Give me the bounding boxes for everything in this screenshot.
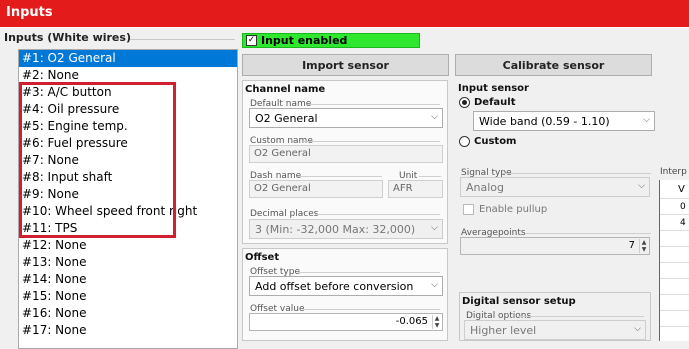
list-item[interactable]: #2: None: [19, 67, 237, 84]
default-radio[interactable]: [459, 97, 470, 108]
interp-table[interactable]: V 0 4: [659, 180, 689, 341]
group-divider: [130, 39, 235, 40]
list-item[interactable]: #11: TPS: [19, 220, 237, 237]
unit-field[interactable]: AFR: [388, 180, 443, 198]
digital-sensor-panel: Digital sensor setup Digital options Hig…: [459, 292, 651, 341]
digital-sensor-title: Digital sensor setup: [462, 296, 576, 307]
averagepoints-value: 7: [628, 240, 635, 251]
decimal-places-label: Decimal places: [250, 209, 319, 219]
input-enabled-checkbox[interactable]: ✓ Input enabled: [242, 33, 420, 48]
field-divider: [518, 316, 644, 317]
import-sensor-button[interactable]: Import sensor: [242, 54, 449, 76]
list-item[interactable]: #5: Engine temp.: [19, 118, 237, 135]
list-item[interactable]: #13: None: [19, 254, 237, 271]
window-title: Inputs: [0, 0, 689, 28]
field-divider: [298, 176, 382, 177]
sensor-select[interactable]: Wide band (0.59 - 1.10) ⌵: [473, 111, 655, 131]
checkmark-icon: ✓: [246, 35, 257, 46]
inputs-group-label: Inputs (White wires): [4, 31, 135, 44]
decimal-places-select[interactable]: 3 (Min: -32,000 Max: 32,000) ⌵: [249, 219, 443, 239]
digital-options-select[interactable]: Higher level ⌵: [464, 320, 646, 340]
signal-type-select[interactable]: Analog ⌵: [460, 177, 650, 197]
field-divider: [419, 176, 441, 177]
list-item[interactable]: #3: A/C button: [19, 84, 237, 101]
spinner-arrows-icon[interactable]: ▲ ▼: [432, 315, 441, 329]
list-item[interactable]: #14: None: [19, 271, 237, 288]
field-divider: [503, 173, 651, 174]
averagepoints-stepper[interactable]: 7 ▲ ▼: [460, 237, 650, 255]
list-item[interactable]: #6: Fuel pressure: [19, 135, 237, 152]
chevron-down-icon: ⌵: [643, 115, 650, 125]
channel-name-panel: Channel name Default name O2 General ⌵ C…: [242, 80, 448, 244]
list-item[interactable]: #9: None: [19, 186, 237, 203]
chevron-down-icon: ⌵: [431, 280, 438, 290]
chevron-down-icon: ⌵: [634, 324, 641, 334]
custom-radio-label: Custom: [474, 136, 517, 147]
input-enabled-label: Input enabled: [261, 34, 348, 47]
default-name-value: O2 General: [255, 112, 318, 125]
chevron-down-icon: ⌵: [638, 181, 645, 191]
list-item[interactable]: #15: None: [19, 288, 237, 305]
inputs-list[interactable]: #1: O2 General #2: None #3: A/C button #4: …: [18, 49, 238, 349]
chevron-down-icon: ⌵: [431, 223, 438, 233]
list-item[interactable]: #7: None: [19, 152, 237, 169]
offset-title: Offset: [245, 252, 280, 263]
grid-cell: 0: [680, 202, 686, 212]
list-item[interactable]: #16: None: [19, 305, 237, 322]
spinner-arrows-icon[interactable]: ▲ ▼: [639, 239, 648, 253]
list-item[interactable]: #4: Oil pressure: [19, 101, 237, 118]
list-item[interactable]: #8: Input shaft: [19, 169, 237, 186]
default-radio-label: Default: [474, 97, 516, 108]
default-name-select[interactable]: O2 General ⌵: [249, 108, 443, 128]
list-item[interactable]: #10: Wheel speed front right: [19, 203, 237, 220]
custom-name-field[interactable]: O2 General: [249, 145, 443, 163]
list-item[interactable]: #1: O2 General: [19, 50, 237, 67]
offset-value-stepper[interactable]: -0.065 ▲ ▼: [249, 313, 443, 331]
sensor-select-value: Wide band (0.59 - 1.10): [479, 115, 610, 128]
dash-name-field[interactable]: O2 General: [249, 180, 383, 198]
enable-pullup-checkbox[interactable]: [463, 204, 474, 215]
list-item[interactable]: #17: None: [19, 322, 237, 339]
field-divider: [303, 141, 440, 142]
digital-options-value: Higher level: [470, 324, 537, 337]
offset-value: -0.065: [395, 316, 428, 327]
channel-name-title: Channel name: [245, 84, 326, 95]
interp-label: Interp: [660, 167, 687, 177]
grid-cell: V: [678, 184, 685, 195]
field-divider: [303, 309, 440, 310]
calibrate-sensor-button[interactable]: Calibrate sensor: [455, 54, 652, 76]
chevron-down-icon: ⌵: [431, 112, 438, 122]
offset-type-value: Add offset before conversion: [255, 280, 414, 293]
offset-panel: Offset Offset type Add offset before con…: [242, 248, 448, 341]
custom-radio[interactable]: [459, 136, 470, 147]
enable-pullup-label: Enable pullup: [479, 204, 548, 215]
list-item[interactable]: #12: None: [19, 237, 237, 254]
field-divider: [315, 214, 440, 215]
field-divider: [308, 104, 440, 105]
grid-cell: 4: [680, 218, 686, 228]
inputs-group: Inputs (White wires) #1: O2 General #2: N…: [0, 31, 239, 349]
input-sensor-title: Input sensor: [458, 83, 529, 94]
field-divider: [298, 272, 440, 273]
signal-type-value: Analog: [466, 181, 505, 194]
offset-type-select[interactable]: Add offset before conversion ⌵: [249, 276, 443, 296]
decimal-places-value: 3 (Min: -32,000 Max: 32,000): [255, 223, 416, 236]
field-divider: [525, 233, 651, 234]
